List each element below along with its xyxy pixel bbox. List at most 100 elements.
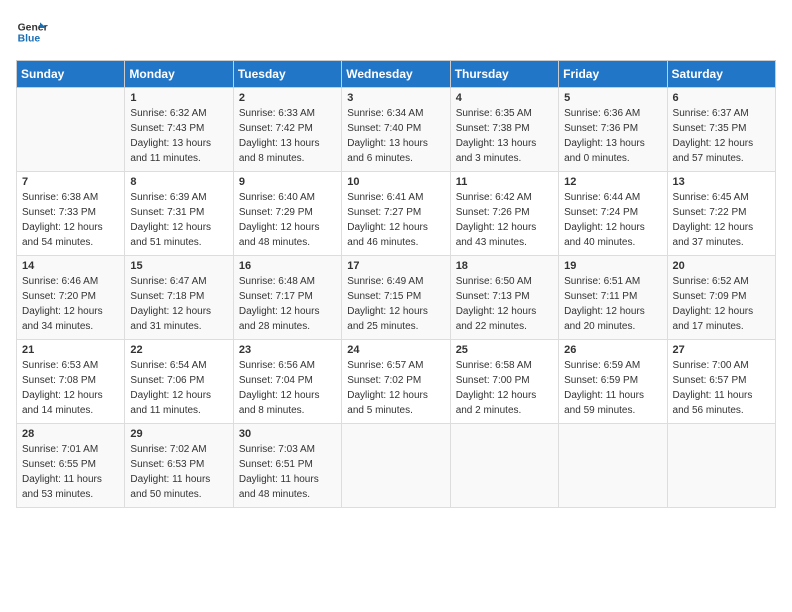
sunset-text: Sunset: 7:40 PM <box>347 123 421 134</box>
sunset-text: Sunset: 7:09 PM <box>673 291 747 302</box>
day-info: Sunrise: 6:44 AMSunset: 7:24 PMDaylight:… <box>564 190 661 250</box>
calendar-cell <box>559 424 667 508</box>
daylight-text: Daylight: 12 hours and 11 minutes. <box>130 390 211 416</box>
day-number: 25 <box>456 344 553 356</box>
day-info: Sunrise: 6:48 AMSunset: 7:17 PMDaylight:… <box>239 274 336 334</box>
day-info: Sunrise: 6:38 AMSunset: 7:33 PMDaylight:… <box>22 190 119 250</box>
calendar-cell: 18Sunrise: 6:50 AMSunset: 7:13 PMDayligh… <box>450 256 558 340</box>
day-info: Sunrise: 6:52 AMSunset: 7:09 PMDaylight:… <box>673 274 770 334</box>
sunset-text: Sunset: 6:59 PM <box>564 375 638 386</box>
day-number: 11 <box>456 176 553 188</box>
week-row-2: 7Sunrise: 6:38 AMSunset: 7:33 PMDaylight… <box>17 172 776 256</box>
day-info: Sunrise: 6:46 AMSunset: 7:20 PMDaylight:… <box>22 274 119 334</box>
calendar-cell: 30 Sunrise: 7:03 AMSunset: 6:51 PMDayligh… <box>233 424 341 508</box>
day-number: 13 <box>673 176 770 188</box>
day-number: 12 <box>564 176 661 188</box>
sunrise-text: Sunrise: 6:59 AM <box>564 360 640 371</box>
sunrise-text: Sunrise: 6:58 AM <box>456 360 532 371</box>
day-info: Sunrise: 7:03 AMSunset: 6:51 PMDaylight:… <box>239 442 336 502</box>
daylight-text: Daylight: 12 hours and 37 minutes. <box>673 222 754 248</box>
calendar-cell: 19Sunrise: 6:51 AMSunset: 7:11 PMDayligh… <box>559 256 667 340</box>
daylight-text: Daylight: 12 hours and 8 minutes. <box>239 390 320 416</box>
day-number: 23 <box>239 344 336 356</box>
sunrise-text: Sunrise: 6:40 AM <box>239 192 315 203</box>
calendar-cell: 3Sunrise: 6:34 AMSunset: 7:40 PMDaylight… <box>342 88 450 172</box>
calendar-cell: 9Sunrise: 6:40 AMSunset: 7:29 PMDaylight… <box>233 172 341 256</box>
day-info: Sunrise: 6:37 AMSunset: 7:35 PMDaylight:… <box>673 106 770 166</box>
calendar-cell: 13 Sunrise: 6:45 AM Sunset: 7:22 PM Dayligh… <box>667 172 775 256</box>
day-number: 14 <box>22 260 119 272</box>
daylight-text: Daylight: 12 hours and 48 minutes. <box>239 222 320 248</box>
sunrise-text: Sunrise: 6:34 AM <box>347 108 423 119</box>
calendar-cell: 24Sunrise: 6:57 AMSunset: 7:02 PMDayligh… <box>342 340 450 424</box>
sunrise-text: Sunrise: 6:45 AM <box>673 192 749 203</box>
sunrise-text: Sunrise: 6:56 AM <box>239 360 315 371</box>
week-row-3: 14 Sunrise: 6:46 AMSunset: 7:20 PMDayligh… <box>17 256 776 340</box>
calendar-cell: 20 Sunrise: 6:52 AMSunset: 7:09 PMDayligh… <box>667 256 775 340</box>
sunset-text: Sunset: 7:04 PM <box>239 375 313 386</box>
daylight-text: Daylight: 12 hours and 5 minutes. <box>347 390 428 416</box>
day-info: Sunrise: 6:32 AMSunset: 7:43 PMDaylight:… <box>130 106 227 166</box>
daylight-text: Daylight: 11 hours and 56 minutes. <box>673 390 753 416</box>
calendar-cell: 15 Sunrise: 6:47 AMSunset: 7:18 PMDayligh… <box>125 256 233 340</box>
week-row-1: 1Sunrise: 6:32 AMSunset: 7:43 PMDaylight… <box>17 88 776 172</box>
day-number: 22 <box>130 344 227 356</box>
day-info: Sunrise: 6:49 AMSunset: 7:15 PMDaylight:… <box>347 274 444 334</box>
day-info: Sunrise: 6:39 AMSunset: 7:31 PMDaylight:… <box>130 190 227 250</box>
calendar-cell: 21Sunrise: 6:53 AMSunset: 7:08 PMDayligh… <box>17 340 125 424</box>
daylight-text: Daylight: 13 hours and 3 minutes. <box>456 138 537 164</box>
daylight-text: Daylight: 13 hours and 6 minutes. <box>347 138 428 164</box>
sunset-text: Sunset: 7:38 PM <box>456 123 530 134</box>
daylight-text: Daylight: 12 hours and 43 minutes. <box>456 222 537 248</box>
header-row: SundayMondayTuesdayWednesdayThursdayFrid… <box>17 61 776 88</box>
sunrise-text: Sunrise: 6:36 AM <box>564 108 640 119</box>
sunrise-text: Sunrise: 7:00 AM <box>673 360 749 371</box>
day-info: Sunrise: 6:42 AMSunset: 7:26 PMDaylight:… <box>456 190 553 250</box>
day-number: 30 <box>239 428 336 440</box>
daylight-text: Daylight: 12 hours and 25 minutes. <box>347 306 428 332</box>
sunset-text: Sunset: 7:31 PM <box>130 207 204 218</box>
day-number: 15 <box>130 260 227 272</box>
daylight-text: Daylight: 12 hours and 54 minutes. <box>22 222 103 248</box>
calendar-cell: 1Sunrise: 6:32 AMSunset: 7:43 PMDaylight… <box>125 88 233 172</box>
day-info: Sunrise: 7:00 AMSunset: 6:57 PMDaylight:… <box>673 358 770 418</box>
sunset-text: Sunset: 7:26 PM <box>456 207 530 218</box>
day-info: Sunrise: 6:57 AMSunset: 7:02 PMDaylight:… <box>347 358 444 418</box>
day-info: Sunrise: 6:58 AMSunset: 7:00 PMDaylight:… <box>456 358 553 418</box>
daylight-text: Daylight: 12 hours and 14 minutes. <box>22 390 103 416</box>
sunset-text: Sunset: 6:53 PM <box>130 459 204 470</box>
sunrise-text: Sunrise: 6:38 AM <box>22 192 98 203</box>
daylight-text: Daylight: 12 hours and 2 minutes. <box>456 390 537 416</box>
daylight-text: Daylight: 12 hours and 20 minutes. <box>564 306 645 332</box>
sunset-text: Sunset: 7:18 PM <box>130 291 204 302</box>
sunset-text: Sunset: 7:13 PM <box>456 291 530 302</box>
calendar-cell: 2Sunrise: 6:33 AMSunset: 7:42 PMDaylight… <box>233 88 341 172</box>
sunset-text: Sunset: 6:55 PM <box>22 459 96 470</box>
sunset-text: Sunset: 7:36 PM <box>564 123 638 134</box>
sunset-text: Sunset: 7:24 PM <box>564 207 638 218</box>
daylight-text: Daylight: 13 hours and 0 minutes. <box>564 138 645 164</box>
calendar-cell: 14 Sunrise: 6:46 AMSunset: 7:20 PMDayligh… <box>17 256 125 340</box>
day-info: Sunrise: 6:47 AMSunset: 7:18 PMDaylight:… <box>130 274 227 334</box>
calendar-cell: 11 Sunrise: 6:42 AMSunset: 7:26 PMDayligh… <box>450 172 558 256</box>
sunrise-text: Sunrise: 6:50 AM <box>456 276 532 287</box>
day-number: 20 <box>673 260 770 272</box>
sunset-text: Sunset: 7:22 PM <box>673 207 747 218</box>
calendar-cell: 27Sunrise: 7:00 AMSunset: 6:57 PMDayligh… <box>667 340 775 424</box>
day-number: 18 <box>456 260 553 272</box>
day-number: 17 <box>347 260 444 272</box>
column-header-monday: Monday <box>125 61 233 88</box>
day-number: 5 <box>564 92 661 104</box>
logo: General Blue <box>16 16 48 48</box>
day-number: 28 <box>22 428 119 440</box>
svg-text:Blue: Blue <box>18 34 41 45</box>
calendar-cell: 25 Sunrise: 6:58 AMSunset: 7:00 PMDayligh… <box>450 340 558 424</box>
day-number: 8 <box>130 176 227 188</box>
sunrise-text: Sunrise: 6:33 AM <box>239 108 315 119</box>
sunset-text: Sunset: 7:17 PM <box>239 291 313 302</box>
sunset-text: Sunset: 7:43 PM <box>130 123 204 134</box>
day-number: 6 <box>673 92 770 104</box>
column-header-friday: Friday <box>559 61 667 88</box>
sunrise-text: Sunrise: 6:49 AM <box>347 276 423 287</box>
sunrise-text: Sunrise: 6:51 AM <box>564 276 640 287</box>
